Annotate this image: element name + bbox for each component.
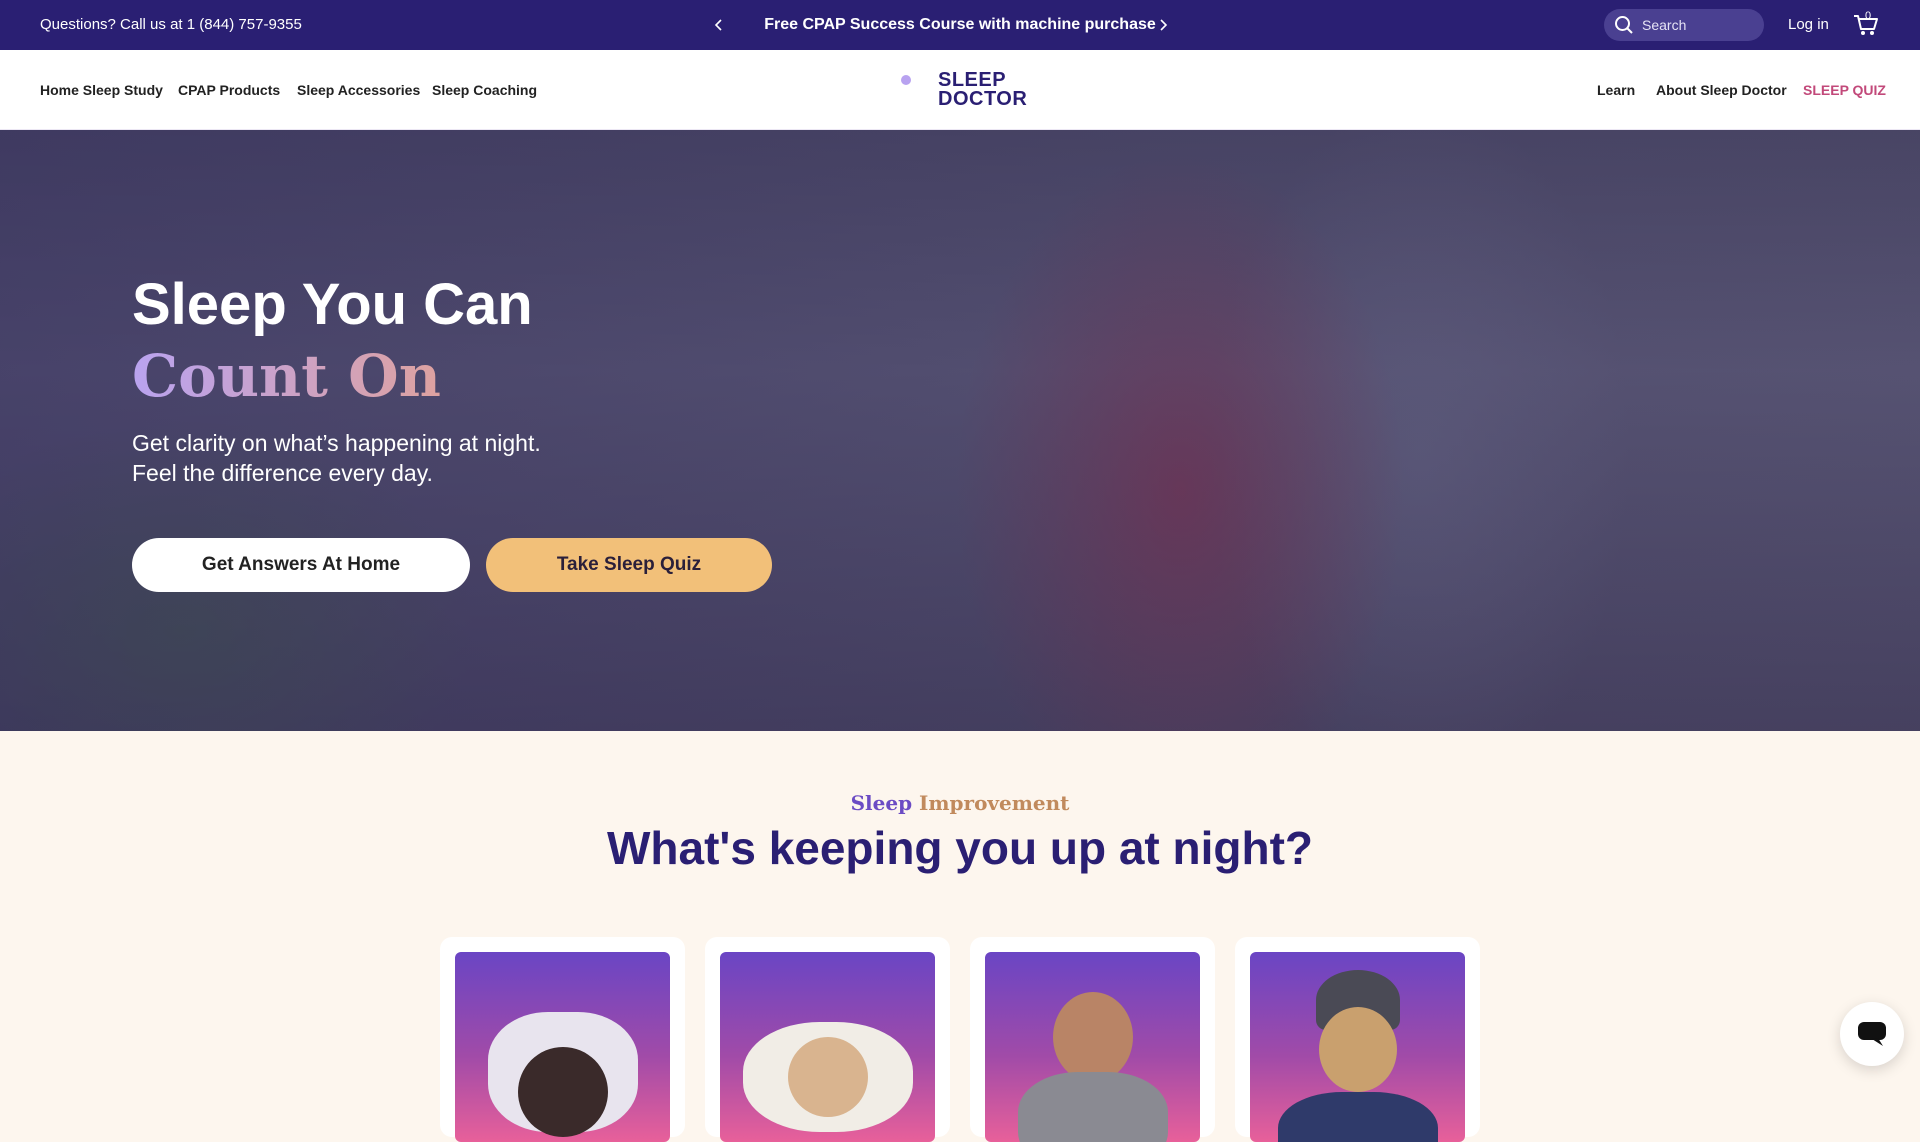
- eyebrow-part-2: Improvement: [919, 791, 1070, 815]
- hero-subtitle-line-1: Get clarity on what’s happening at night…: [132, 430, 541, 456]
- nav-home-sleep-study[interactable]: Home Sleep Study: [40, 50, 163, 130]
- eyebrow-part-1: Sleep: [850, 791, 913, 815]
- concern-card[interactable]: [1235, 937, 1480, 1142]
- chevron-left-icon: [714, 19, 722, 31]
- logo-line-2: DOCTOR: [938, 88, 1028, 110]
- nav-sleep-coaching[interactable]: Sleep Coaching: [432, 50, 537, 130]
- hero-title-accent: Count On: [132, 340, 832, 412]
- main-nav: Home Sleep Study CPAP Products Sleep Acc…: [0, 50, 1920, 130]
- section-eyebrow: Sleep Improvement: [0, 791, 1920, 815]
- cart-count-badge: 0: [1864, 10, 1872, 22]
- hero-subtitle-line-2: Feel the difference every day.: [132, 460, 433, 486]
- promo-next-button[interactable]: [1151, 13, 1175, 37]
- chat-widget-button[interactable]: [1840, 1002, 1904, 1066]
- nav-sleep-quiz[interactable]: SLEEP QUIZ: [1803, 50, 1886, 130]
- hero-content: Sleep You Can Count On Get clarity on wh…: [132, 270, 832, 592]
- get-answers-at-home-button[interactable]: Get Answers At Home: [132, 538, 470, 592]
- concern-card[interactable]: [970, 937, 1215, 1142]
- person-body: [1017, 1072, 1168, 1142]
- nav-about-sleep-doctor[interactable]: About Sleep Doctor: [1656, 50, 1787, 130]
- chat-bubble-icon: [1858, 1022, 1886, 1046]
- concern-cards: [440, 937, 1480, 1142]
- login-link[interactable]: Log in: [1788, 0, 1829, 50]
- hero-banner: Sleep You Can Count On Get clarity on wh…: [0, 130, 1920, 731]
- concern-card[interactable]: [440, 937, 685, 1142]
- hero-title: Sleep You Can: [132, 272, 533, 337]
- card-image: [1250, 952, 1465, 1142]
- person-body: [1277, 1092, 1438, 1142]
- sleep-improvement-section: Sleep Improvement What's keeping you up …: [0, 731, 1920, 1142]
- nav-sleep-accessories[interactable]: Sleep Accessories: [297, 50, 420, 130]
- card-image: [720, 952, 935, 1142]
- person-head: [1318, 1007, 1397, 1092]
- search-icon: [1615, 16, 1633, 34]
- support-phone[interactable]: Questions? Call us at 1 (844) 757-9355: [40, 0, 302, 50]
- person-head: [517, 1047, 608, 1137]
- concern-card[interactable]: [705, 937, 950, 1142]
- moon-logo-icon: [888, 75, 924, 104]
- person-head: [787, 1037, 868, 1117]
- person-head: [1052, 992, 1133, 1082]
- search-input[interactable]: [1642, 17, 1752, 33]
- promo-prev-button[interactable]: [707, 13, 731, 37]
- card-image: [455, 952, 670, 1142]
- announcement-bar: Questions? Call us at 1 (844) 757-9355 F…: [0, 0, 1920, 50]
- card-image: [985, 952, 1200, 1142]
- sleep-doctor-logo[interactable]: SLEEP DOCTOR: [884, 70, 1027, 110]
- section-title: What's keeping you up at night?: [606, 822, 1314, 874]
- nav-learn[interactable]: Learn: [1597, 50, 1635, 130]
- nav-cpap-products[interactable]: CPAP Products: [178, 50, 280, 130]
- take-sleep-quiz-button[interactable]: Take Sleep Quiz: [486, 538, 772, 592]
- search-box[interactable]: [1604, 9, 1764, 41]
- chevron-right-icon: [1160, 19, 1168, 31]
